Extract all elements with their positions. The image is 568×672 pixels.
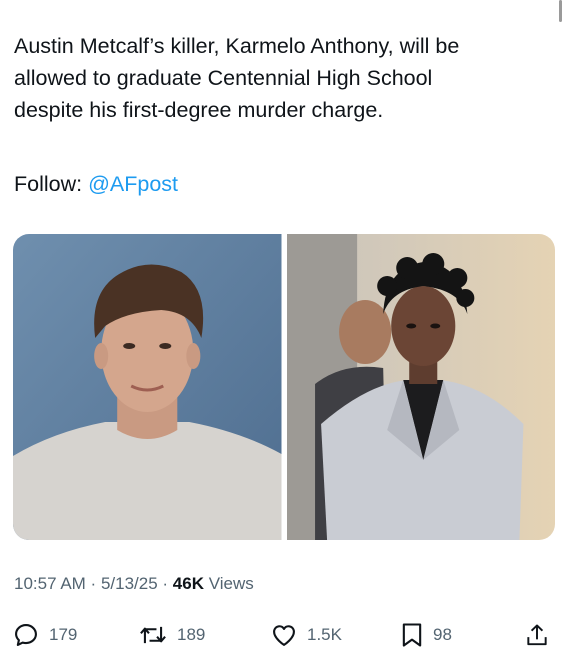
follow-label: Follow: (14, 172, 83, 196)
like-count: 1.5K (307, 625, 342, 644)
views-label: Views (203, 574, 254, 593)
left-photo[interactable] (13, 234, 282, 540)
media-grid (13, 234, 555, 540)
reply-icon (15, 624, 37, 646)
repost-icon (140, 626, 166, 644)
tweet-time[interactable]: 10:57 AM (14, 574, 86, 593)
views-count: 46K (172, 574, 204, 593)
bookmark-button[interactable]: 98 (400, 620, 452, 650)
tweet-meta: 10:57 AM · 5/13/25 · 46K Views (14, 574, 254, 594)
scrollbar[interactable] (559, 0, 562, 22)
meta-separator: · (157, 574, 173, 593)
reply-count: 179 (49, 625, 78, 644)
repost-button[interactable]: 189 (138, 620, 205, 650)
right-photo[interactable] (286, 234, 555, 540)
portrait-right-image (286, 234, 555, 540)
bookmark-count: 98 (433, 625, 452, 644)
share-button[interactable] (524, 620, 550, 650)
follow-line: Follow: @AFpost (14, 168, 178, 200)
share-icon (527, 624, 547, 646)
reply-button[interactable]: 179 (12, 620, 77, 650)
portrait-left-image (13, 234, 282, 540)
tweet-text: Austin Metcalf’s killer, Karmelo Anthony… (14, 34, 460, 122)
heart-icon (273, 625, 295, 646)
like-button[interactable]: 1.5K (270, 620, 342, 650)
tweet-date[interactable]: 5/13/25 (101, 574, 158, 593)
repost-count: 189 (177, 625, 206, 644)
action-bar: 179 189 1.5K 98 (12, 620, 560, 650)
bookmark-icon (402, 623, 422, 647)
follow-handle-link[interactable]: @AFpost (88, 172, 178, 196)
meta-separator: · (85, 574, 101, 593)
